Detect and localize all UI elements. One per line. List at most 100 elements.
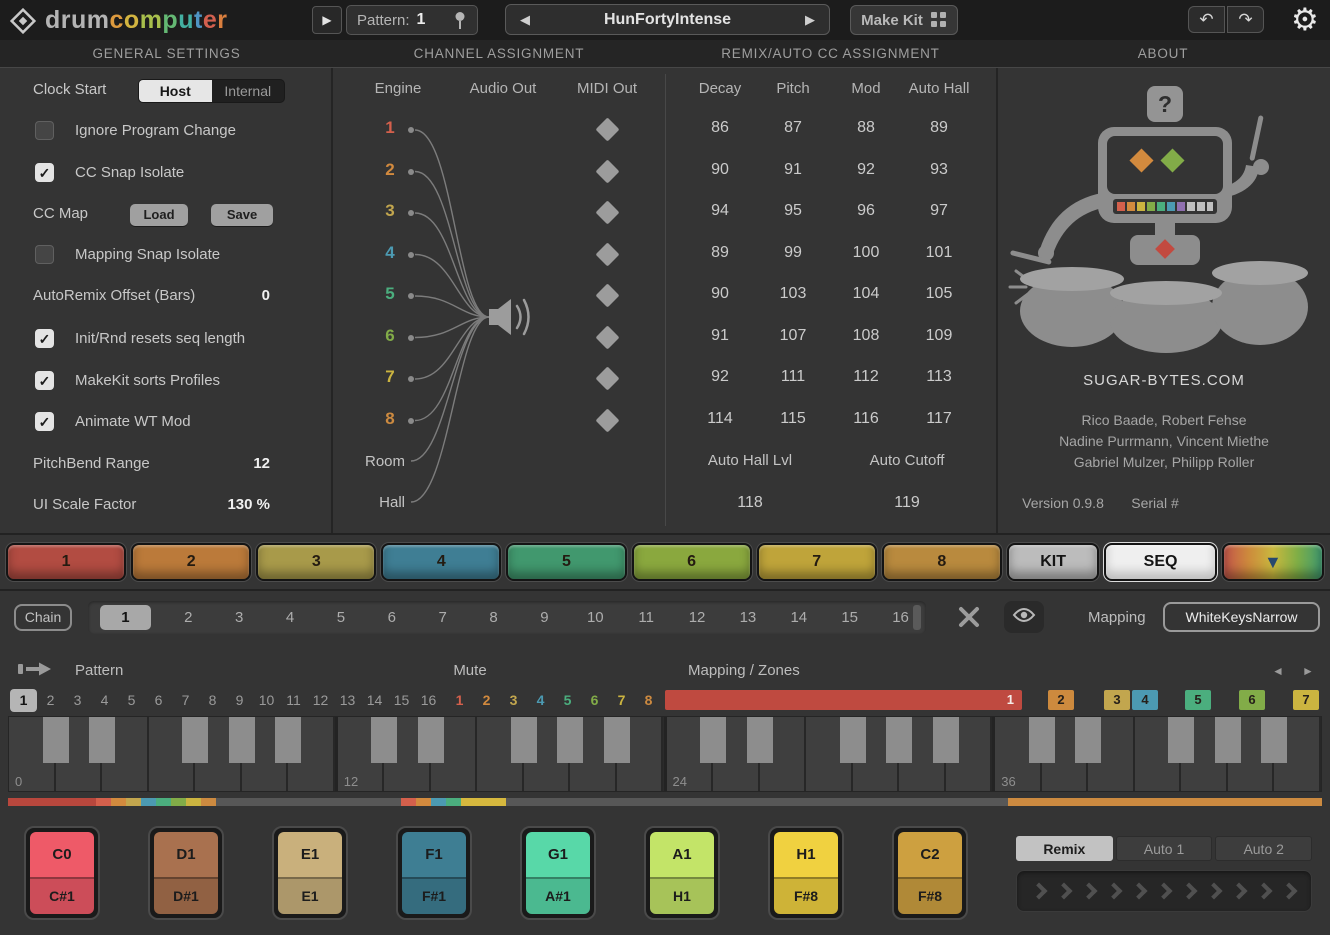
- remix-button-auto-1[interactable]: Auto 1: [1116, 836, 1213, 861]
- redo-button[interactable]: ↷: [1227, 6, 1264, 33]
- black-key[interactable]: [1168, 717, 1194, 763]
- website-link[interactable]: SUGAR-BYTES.COM: [998, 372, 1330, 389]
- settings-gear-icon[interactable]: ⚙: [1291, 1, 1319, 39]
- step-14[interactable]: 14: [361, 689, 388, 712]
- black-key[interactable]: [700, 717, 726, 763]
- cc-value-autohall[interactable]: 113: [914, 368, 964, 386]
- clear-pattern-button[interactable]: [956, 604, 984, 632]
- step-5[interactable]: 5: [118, 689, 145, 712]
- pattern-selector[interactable]: Pattern: 1: [346, 5, 478, 35]
- midi-out-diamond[interactable]: [595, 159, 619, 183]
- midi-out-diamond[interactable]: [595, 325, 619, 349]
- pad-G1[interactable]: G1A#1: [520, 826, 596, 920]
- clock-start-host-option[interactable]: Host: [139, 80, 212, 102]
- midi-out-diamond[interactable]: [595, 242, 619, 266]
- zone-2[interactable]: 2: [1048, 690, 1074, 710]
- cc-value-pitch[interactable]: 115: [768, 410, 818, 428]
- tab-channel-assignment[interactable]: CHANNEL ASSIGNMENT: [333, 40, 665, 67]
- mute-channel-5[interactable]: 5: [554, 689, 581, 712]
- pitchbend-range-value[interactable]: 12: [198, 455, 270, 472]
- cc-value-mod[interactable]: 108: [841, 327, 891, 345]
- channel-button-2[interactable]: 2: [131, 543, 251, 581]
- pattern-value[interactable]: 1: [417, 11, 426, 29]
- channel-button-1[interactable]: 1: [6, 543, 126, 581]
- channel-button-4[interactable]: 4: [381, 543, 501, 581]
- preset-name[interactable]: HunFortyIntense: [544, 11, 791, 29]
- step-1[interactable]: 1: [10, 689, 37, 712]
- ui-scale-value[interactable]: 130 %: [198, 496, 270, 513]
- cc-value-pitch[interactable]: 111: [768, 368, 818, 386]
- make-kit-button[interactable]: Make Kit: [850, 5, 958, 35]
- black-key[interactable]: [747, 717, 773, 763]
- step-13[interactable]: 13: [334, 689, 361, 712]
- cc-value-mod[interactable]: 116: [841, 410, 891, 428]
- serial-label[interactable]: Serial #: [1120, 495, 1190, 511]
- step-4[interactable]: 4: [91, 689, 118, 712]
- midi-out-diamond[interactable]: [595, 283, 619, 307]
- midi-out-diamond[interactable]: [595, 117, 619, 141]
- cc-value-decay[interactable]: 89: [695, 244, 745, 262]
- step-16[interactable]: 16: [415, 689, 442, 712]
- pattern-slot-14[interactable]: 14: [773, 601, 824, 634]
- mute-channel-6[interactable]: 6: [581, 689, 608, 712]
- step-11[interactable]: 11: [280, 689, 307, 712]
- remix-step-display[interactable]: [1016, 870, 1312, 912]
- cc-value-decay[interactable]: 86: [695, 119, 745, 137]
- cc-value-pitch[interactable]: 99: [768, 244, 818, 262]
- step-9[interactable]: 9: [226, 689, 253, 712]
- pattern-slot-7[interactable]: 7: [417, 601, 468, 634]
- auto-cutoff-value[interactable]: 119: [872, 494, 942, 512]
- clock-start-internal-option[interactable]: Internal: [212, 80, 285, 102]
- channel-button-KIT[interactable]: KIT: [1007, 543, 1100, 581]
- cc-value-pitch[interactable]: 103: [768, 285, 818, 303]
- step-8[interactable]: 8: [199, 689, 226, 712]
- cc-value-pitch[interactable]: 107: [768, 327, 818, 345]
- pattern-slot-13[interactable]: 13: [723, 601, 774, 634]
- pattern-slot-4[interactable]: 4: [265, 601, 316, 634]
- cc-value-decay[interactable]: 94: [695, 202, 745, 220]
- ignore-program-change-checkbox[interactable]: [35, 121, 54, 140]
- cc-value-decay[interactable]: 91: [695, 327, 745, 345]
- cc-value-autohall[interactable]: 101: [914, 244, 964, 262]
- zone-prev-button[interactable]: ◄: [1272, 664, 1284, 678]
- mute-channel-8[interactable]: 8: [635, 689, 662, 712]
- cc-value-pitch[interactable]: 91: [768, 161, 818, 179]
- channel-button-6[interactable]: 6: [632, 543, 752, 581]
- cc-value-autohall[interactable]: 89: [914, 119, 964, 137]
- tab-general-settings[interactable]: GENERAL SETTINGS: [0, 40, 333, 67]
- channel-button-3[interactable]: 3: [256, 543, 376, 581]
- cc-value-mod[interactable]: 88: [841, 119, 891, 137]
- mute-channel-3[interactable]: 3: [500, 689, 527, 712]
- pattern-slot-11[interactable]: 11: [621, 601, 672, 634]
- black-key[interactable]: [1029, 717, 1055, 763]
- black-key[interactable]: [418, 717, 444, 763]
- pad-A1[interactable]: A1H1: [644, 826, 720, 920]
- channel-button-7[interactable]: 7: [757, 543, 877, 581]
- cc-value-decay[interactable]: 114: [695, 410, 745, 428]
- step-2[interactable]: 2: [37, 689, 64, 712]
- black-key[interactable]: [89, 717, 115, 763]
- pattern-slot-1[interactable]: 1: [100, 605, 151, 630]
- animate-wt-checkbox[interactable]: ✓: [35, 412, 54, 431]
- cc-value-autohall[interactable]: 97: [914, 202, 964, 220]
- mute-channel-7[interactable]: 7: [608, 689, 635, 712]
- pattern-slot-15[interactable]: 15: [824, 601, 875, 634]
- pattern-copy-arrow-icon[interactable]: [18, 661, 54, 682]
- zone-1[interactable]: 1: [665, 690, 1022, 710]
- pad-H1[interactable]: H1F#8: [768, 826, 844, 920]
- black-key[interactable]: [1215, 717, 1241, 763]
- pattern-slot-8[interactable]: 8: [468, 601, 519, 634]
- channel-button-8[interactable]: 8: [882, 543, 1002, 581]
- channel-button-5[interactable]: 5: [506, 543, 626, 581]
- black-key[interactable]: [182, 717, 208, 763]
- pad-D1[interactable]: D1D#1: [148, 826, 224, 920]
- mapping-snap-isolate-checkbox[interactable]: [35, 245, 54, 264]
- init-rnd-checkbox[interactable]: ✓: [35, 329, 54, 348]
- pattern-slot-9[interactable]: 9: [519, 601, 570, 634]
- black-key[interactable]: [886, 717, 912, 763]
- step-7[interactable]: 7: [172, 689, 199, 712]
- cc-value-autohall[interactable]: 93: [914, 161, 964, 179]
- remix-button-remix[interactable]: Remix: [1016, 836, 1113, 861]
- chain-button[interactable]: Chain: [14, 604, 72, 631]
- zone-3[interactable]: 3: [1104, 690, 1130, 710]
